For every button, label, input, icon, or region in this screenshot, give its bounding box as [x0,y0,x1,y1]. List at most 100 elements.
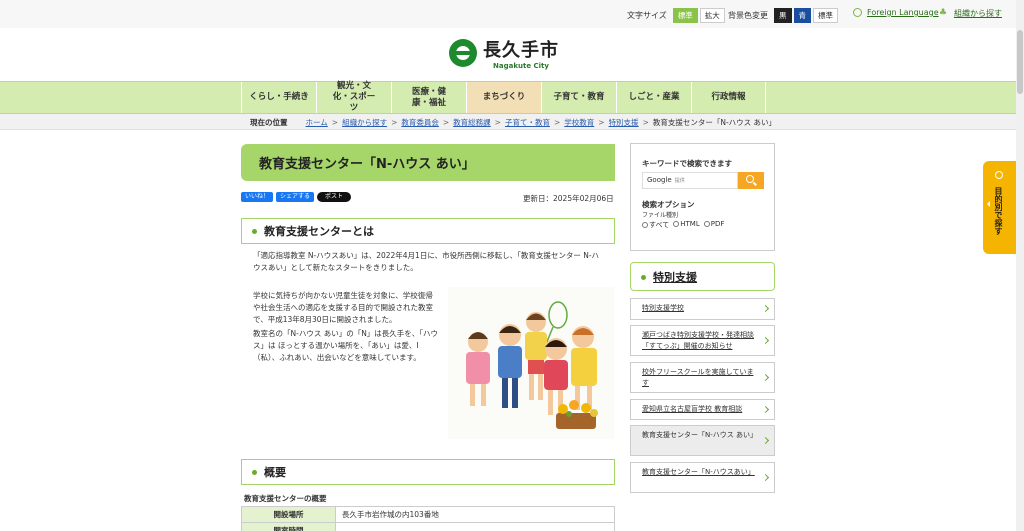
breadcrumb-general[interactable]: 教育総務課 [453,117,491,128]
nav-childcare[interactable]: 子育て・教育 [541,82,616,113]
site-search-box: キーワードで検索できます Google 提供 検索オプション ファイル種別 すべて… [630,143,775,251]
children-illustration [448,287,614,439]
nav-admin[interactable]: 行政情報 [691,82,766,113]
nav-tourism[interactable]: 観光・文化・スポーツ [316,81,391,113]
name-meaning-paragraph: 教室名の「N-ハウス あい」の「N」は長久手を、「ハウ ス」は ほっとする温かい… [253,328,438,364]
purpose-paragraph: 学校に気持ちが向かない児童生徒を対象に、学校復帰 や社会生活への適応を支援する目… [253,290,433,326]
side-item-label: 特別支援学校 [642,304,684,312]
font-standard-button[interactable]: 標準 [672,8,698,23]
nav-medical[interactable]: 医療・健康・福祉 [391,82,466,113]
scrollbar-thumb[interactable] [1017,30,1023,94]
breadcrumb-school[interactable]: 学校教育 [564,117,594,128]
side-item-seto-tsubaki[interactable]: 瀬戸つばき特別支援学校・発達相談「すてっぷ」開催のお知らせ [630,325,775,356]
facebook-share-button[interactable]: シェアする [276,192,315,202]
radio-circle-icon [642,222,648,228]
search-icon [995,171,1003,179]
updated-date: 更新日：2025年02月06日 [523,194,614,203]
search-placeholder: Google [647,176,672,184]
purpose-search-tab[interactable]: 目的別で探す [983,161,1016,254]
font-size-label: 文字サイズ [627,11,667,20]
purpose-line-1: 学校に気持ちが向かない児童生徒を対象に、学校復帰 [253,291,433,300]
font-large-button[interactable]: 拡大 [699,8,725,23]
name-line-2: ス」は ほっとする温かい場所を、「あい」は愛、I [253,341,419,350]
search-icon [746,175,754,183]
city-name-en: Nagakute City [493,62,549,70]
facebook-like-button[interactable]: いいね！ [241,192,274,202]
table-header-cell: 開設場所 [241,506,336,523]
overview-table: 開設場所 長久手市岩作城の内103番地 開室時間 [241,506,615,531]
section-heading-overview: 概要 [241,459,615,485]
breadcrumb: 現在の位置 ホーム > 組織から探す > 教育委員会 > 教育総務課 > 子育て・教育 >… [0,114,1016,130]
overview-table-title: 教育支援センターの概要 [244,494,327,503]
radio-label: すべて [649,221,670,229]
radio-label: HTML [680,220,700,228]
side-item-free-school[interactable]: 校外フリースクールを実施しています [630,362,775,393]
table-header-cell: 開室時間 [241,522,336,531]
bg-color-label: 背景色変更 [728,11,768,20]
name-line-3: （私）、ふれあい、出会いなどを意味しています。 [253,353,421,362]
breadcrumb-current: 教育支援センター「N-ハウス あい」 [652,118,777,127]
radio-circle-icon [703,221,710,227]
breadcrumb-org[interactable]: 組織から探す [342,117,387,128]
foreign-language-link[interactable]: Foreign Language [853,8,939,17]
side-item-blind-school[interactable]: 愛知県立名古屋盲学校 教育相談 [630,399,775,420]
page-scrollbar[interactable] [1016,0,1024,531]
purpose-line-3: で、平成13年8月30日に開設されました。 [253,315,397,324]
radio-pdf[interactable]: PDF [703,220,725,230]
search-input[interactable]: Google 提供 [642,172,738,189]
breadcrumb-childcare[interactable]: 子育て・教育 [505,117,550,128]
side-item-label: 校外フリースクールを実施しています [642,368,754,387]
city-emblem-icon [449,39,477,67]
breadcrumb-special[interactable]: 特別支援 [609,117,639,128]
nav-work[interactable]: しごと・産業 [616,82,691,113]
global-nav: くらし・手続き 観光・文化・スポーツ 医療・健康・福祉 まちづくり 子育て・教育… [0,81,1016,114]
city-name: 長久手市 [483,40,559,61]
foreign-language-label: Foreign Language [867,8,939,17]
side-item-current[interactable]: 教育支援センター「N-ハウス あい」 [630,425,775,456]
search-title: キーワードで検索できます [642,159,732,168]
name-line-1: 教室名の「N-ハウス あい」の「N」は長久手を、「ハウ [253,329,439,338]
table-cell: 長久手市岩作城の内103番地 [335,506,615,523]
chevron-right-icon [761,405,770,413]
side-item-n-house[interactable]: 教育支援センター「N-ハウスあい」 [630,462,775,493]
side-menu-heading[interactable]: 特別支援 [630,262,775,291]
site-logo[interactable]: 長久手市 Nagakute City [449,36,559,70]
bg-blue-button[interactable]: 青 [793,8,811,23]
bg-standard-button[interactable]: 標準 [813,8,838,23]
purpose-search-label: 目的別で探す [994,187,1003,235]
side-item-label: 瀬戸つばき特別支援学校・発達相談「すてっぷ」開催のお知らせ [642,331,754,350]
radio-html[interactable]: HTML [673,220,700,230]
filetype-label: ファイル種別 [642,212,679,219]
utility-bar: 文字サイズ 標準 拡大 背景色変更 黒 青 標準 Foreign Languag… [0,0,1024,28]
radio-circle-icon [673,221,680,227]
filetype-radios: すべて HTML PDF [642,220,724,230]
breadcrumb-board[interactable]: 教育委員会 [401,117,439,128]
side-item-label: 愛知県立名古屋盲学校 教育相談 [642,405,743,413]
x-post-button[interactable]: ポスト [317,192,352,202]
org-search-label: 組織から探す [954,9,1002,18]
breadcrumb-here-label: 現在の位置 [250,118,288,127]
side-item-special-school[interactable]: 特別支援学校 [630,298,775,320]
side-item-label: 教育支援センター「N-ハウスあい」 [642,468,755,476]
chevron-right-icon [761,473,770,481]
org-search-link[interactable]: ♣ 組織から探す [939,8,1002,19]
bg-color-control: 背景色変更 黒 青 標準 [728,8,838,23]
globe-icon [853,8,862,17]
about-line-1: 「適応指導教室 N-ハウスあい」は、2022年4月1日に、市役所西側に移転し、「… [253,251,600,260]
bg-black-button[interactable]: 黒 [774,8,792,23]
breadcrumb-home[interactable]: ホーム [306,117,328,128]
search-options-label: 検索オプション [642,200,695,209]
radio-label: PDF [710,220,725,228]
nav-town[interactable]: まちづくり [466,82,541,113]
search-provider: 提供 [674,178,685,184]
table-row: 開設場所 長久手市岩作城の内103番地 [241,506,615,523]
chevron-right-icon [761,304,770,313]
side-item-label: 教育支援センター「N-ハウス あい」 [642,431,757,439]
radio-all[interactable]: すべて [642,220,669,230]
page-title: 教育支援センター「N-ハウス あい」 [241,144,615,181]
social-buttons: いいね！ シェアする ポスト [241,192,352,202]
arrow-left-icon [987,201,990,207]
about-paragraph: 「適応指導教室 N-ハウスあい」は、2022年4月1日に、市役所西側に移転し、「… [253,250,599,274]
nav-living[interactable]: くらし・手続き [241,82,316,113]
search-button[interactable] [738,172,764,189]
